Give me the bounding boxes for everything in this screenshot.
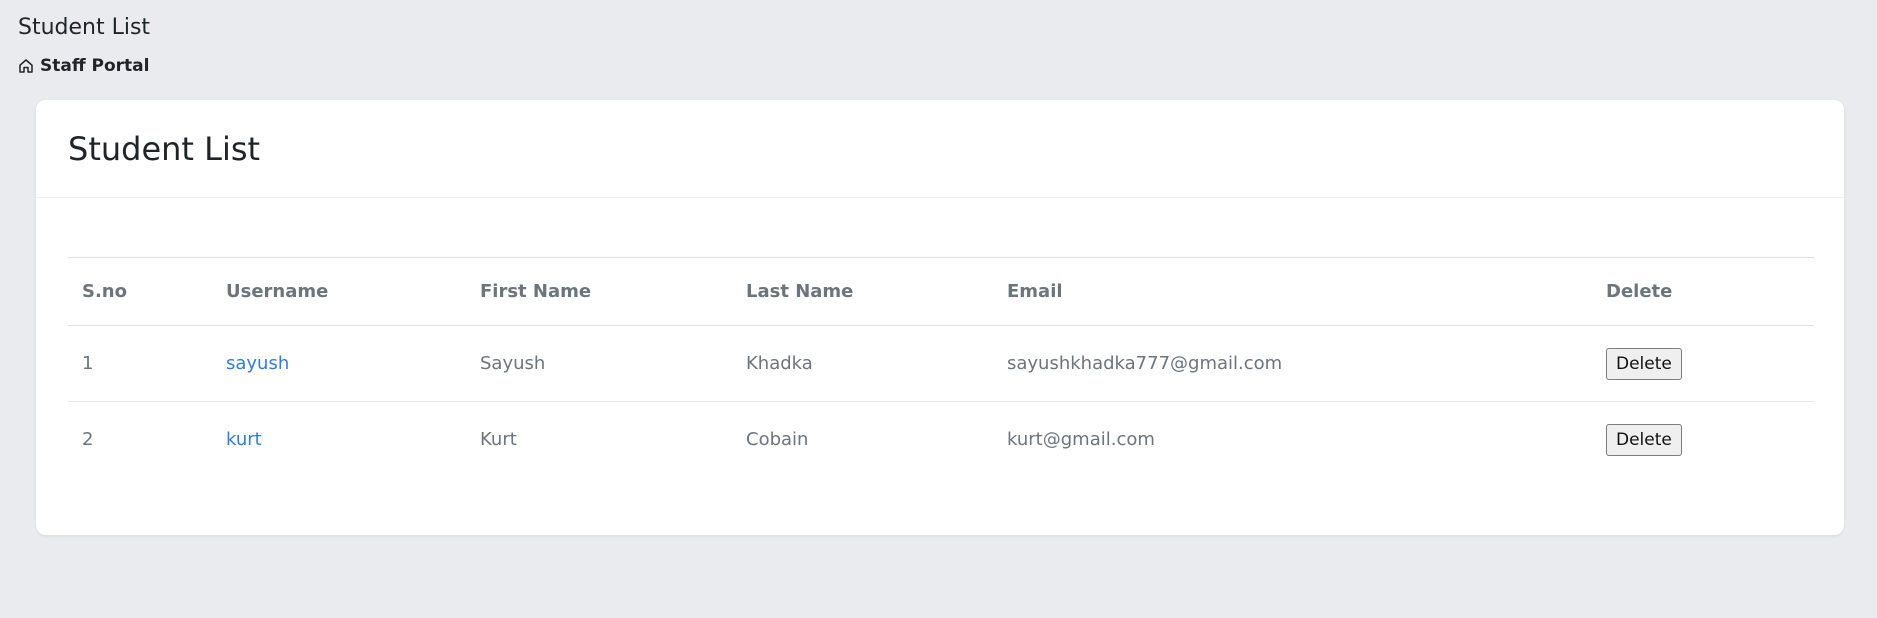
table-row: 1 sayush Sayush Khadka sayushkhadka777@g… (68, 326, 1814, 402)
cell-delete: Delete (1592, 326, 1814, 402)
username-link[interactable]: kurt (226, 429, 262, 450)
column-header-delete: Delete (1606, 281, 1673, 302)
cell-sno: 2 (82, 429, 94, 451)
breadcrumb[interactable]: Staff Portal (18, 56, 149, 76)
home-icon (18, 58, 34, 74)
card-title: Student List (68, 129, 261, 168)
delete-button[interactable]: Delete (1606, 423, 1682, 456)
column-header-email: Email (1007, 281, 1063, 302)
username-link[interactable]: sayush (226, 353, 289, 374)
column-header-sno: S.no (82, 281, 127, 302)
breadcrumb-label[interactable]: Staff Portal (40, 56, 149, 76)
cell-username: sayush (212, 326, 466, 402)
student-table-container: S.no Username First Name Last Name Email… (68, 257, 1814, 478)
cell-delete: Delete (1592, 402, 1814, 478)
column-header-first-name: First Name (480, 281, 592, 302)
card-header: Student List (36, 100, 1844, 198)
delete-button[interactable]: Delete (1606, 347, 1682, 380)
cell-sno: 1 (82, 353, 94, 374)
page-title: Student List (18, 15, 151, 40)
column-header-username: Username (226, 281, 329, 302)
column-header-last-name: Last Name (746, 281, 854, 302)
cell-first-name: Kurt (480, 429, 517, 451)
student-table: S.no Username First Name Last Name Email… (68, 257, 1814, 478)
cell-first-name: Sayush (480, 353, 546, 374)
cell-username: kurt (212, 402, 466, 478)
cell-last-name: Khadka (746, 353, 813, 374)
cell-email: kurt@gmail.com (1007, 429, 1155, 451)
table-body: 1 sayush Sayush Khadka sayushkhadka777@g… (68, 326, 1814, 478)
table-header-row: S.no Username First Name Last Name Email… (68, 257, 1814, 326)
table-header: S.no Username First Name Last Name Email… (68, 257, 1814, 326)
table-row: 2 kurt Kurt Cobain kurt@gmail.com Delete (68, 401, 1814, 478)
student-list-card: Student List S.no Username First Name La… (36, 100, 1844, 535)
cell-last-name: Cobain (746, 429, 809, 451)
cell-email: sayushkhadka777@gmail.com (1007, 353, 1283, 374)
